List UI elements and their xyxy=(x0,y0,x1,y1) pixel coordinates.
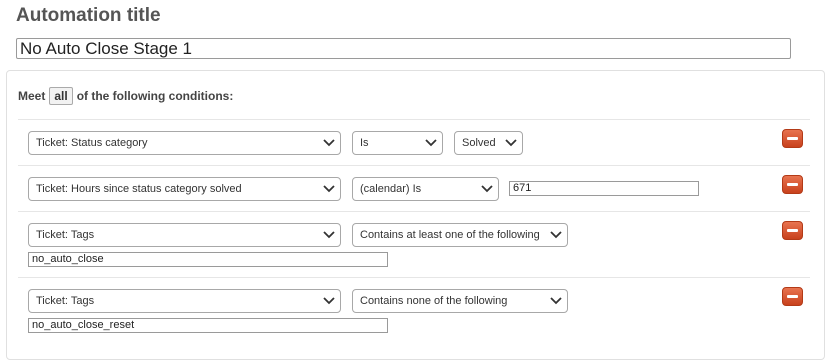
meet-prefix: Meet xyxy=(18,89,46,103)
meet-suffix: of the following conditions: xyxy=(76,89,234,103)
row-divider xyxy=(18,119,810,120)
chevron-down-icon xyxy=(323,297,335,305)
condition-operator-select[interactable]: Contains at least one of the following xyxy=(352,223,568,247)
condition-field-value: Ticket: Hours since status category solv… xyxy=(36,183,242,195)
condition-value: Solved xyxy=(462,137,496,149)
remove-condition-button[interactable] xyxy=(782,175,803,194)
meet-select[interactable]: all xyxy=(49,87,73,105)
condition-field-value: Ticket: Tags xyxy=(36,295,95,307)
condition-field-value: Ticket: Status category xyxy=(36,137,148,149)
condition-operator-value: Is xyxy=(360,137,369,149)
condition-operator-select[interactable]: (calendar) Is xyxy=(352,177,499,201)
condition-field-select[interactable]: Ticket: Status category xyxy=(28,131,341,155)
chevron-down-icon xyxy=(550,231,562,239)
tag-input[interactable]: no_auto_close xyxy=(28,252,388,267)
minus-icon xyxy=(787,183,798,186)
tag-input[interactable]: no_auto_close_reset xyxy=(28,318,388,333)
condition-value-select[interactable]: Solved xyxy=(454,131,523,155)
condition-field-select[interactable]: Ticket: Tags xyxy=(28,289,341,313)
condition-field-value: Ticket: Tags xyxy=(36,229,95,241)
chevron-down-icon xyxy=(323,231,335,239)
remove-condition-button[interactable] xyxy=(782,129,803,148)
condition-operator-value: (calendar) Is xyxy=(360,183,422,195)
conditions-panel xyxy=(6,70,825,360)
chevron-down-icon xyxy=(323,185,335,193)
chevron-down-icon xyxy=(550,297,562,305)
condition-field-select[interactable]: Ticket: Tags xyxy=(28,223,341,247)
remove-condition-button[interactable] xyxy=(782,221,803,240)
condition-operator-value: Contains at least one of the following xyxy=(360,229,540,241)
chevron-down-icon xyxy=(425,139,437,147)
chevron-down-icon xyxy=(323,139,335,147)
minus-icon xyxy=(787,137,798,140)
condition-operator-select[interactable]: Is xyxy=(352,131,443,155)
condition-operator-select[interactable]: Contains none of the following xyxy=(352,289,568,313)
minus-icon xyxy=(787,295,798,298)
meet-conditions-header: Meet all of the following conditions: xyxy=(18,87,233,105)
condition-value-input[interactable]: 671 xyxy=(509,181,699,196)
chevron-down-icon xyxy=(481,185,493,193)
remove-condition-button[interactable] xyxy=(782,287,803,306)
chevron-down-icon xyxy=(505,139,517,147)
automation-title-input[interactable] xyxy=(16,38,791,59)
condition-field-select[interactable]: Ticket: Hours since status category solv… xyxy=(28,177,341,201)
minus-icon xyxy=(787,229,798,232)
row-divider xyxy=(18,165,810,166)
condition-operator-value: Contains none of the following xyxy=(360,295,508,307)
automation-title-label: Automation title xyxy=(16,5,161,26)
row-divider xyxy=(18,211,810,212)
row-divider xyxy=(18,277,810,278)
